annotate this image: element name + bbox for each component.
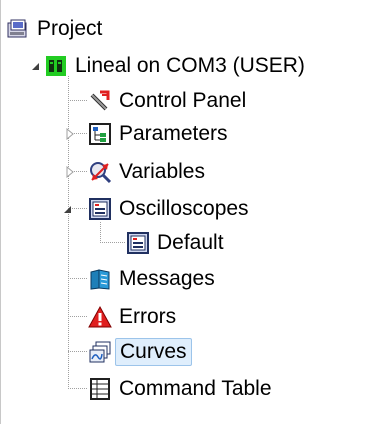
tree-item-label: Errors <box>119 305 177 328</box>
collapse-arrow-icon[interactable] <box>62 203 74 215</box>
tree-item-messages[interactable]: Messages <box>88 264 217 294</box>
tree-item-label: Messages <box>119 267 215 290</box>
tree-item-label: Oscilloscopes <box>119 197 249 220</box>
tree-item-command-table[interactable]: Command Table <box>88 374 274 404</box>
oscilloscope-icon <box>126 231 150 255</box>
tree-node-project[interactable]: Project <box>6 14 104 44</box>
variables-icon <box>88 160 112 184</box>
tree-item-errors[interactable]: Errors <box>88 302 178 332</box>
tree-item-label: Control Panel <box>119 89 247 112</box>
tree-item-default[interactable]: Default <box>126 228 226 258</box>
warning-icon <box>88 305 112 329</box>
tree-item-parameters[interactable]: Parameters <box>88 119 230 149</box>
oscilloscope-icon <box>88 197 112 221</box>
device-icon <box>44 54 68 78</box>
control-panel-icon <box>88 89 112 113</box>
messages-icon <box>88 267 112 291</box>
tree-node-label: Project <box>37 17 103 40</box>
tree-item-label: Command Table <box>119 377 272 400</box>
tree-item-variables[interactable]: Variables <box>88 157 207 187</box>
tree-node-label: Lineal on COM3 (USER) <box>75 54 305 77</box>
tree-item-label: Curves <box>115 338 192 366</box>
expand-arrow-icon[interactable] <box>64 128 76 140</box>
project-icon <box>6 17 30 41</box>
tree-item-label: Default <box>157 231 224 254</box>
tree-item-curves[interactable]: Curves <box>88 337 192 367</box>
command-table-icon <box>88 377 112 401</box>
tree-item-label: Parameters <box>119 122 228 145</box>
tree-item-label: Variables <box>119 160 205 183</box>
curves-icon <box>88 340 112 364</box>
parameters-icon <box>88 122 112 146</box>
expand-arrow-icon[interactable] <box>64 166 76 178</box>
tree-item-oscilloscopes[interactable]: Oscilloscopes <box>88 194 251 224</box>
tree-item-control-panel[interactable]: Control Panel <box>88 86 248 116</box>
collapse-arrow-icon[interactable] <box>30 60 42 72</box>
tree-node-device[interactable]: Lineal on COM3 (USER) <box>44 51 307 81</box>
